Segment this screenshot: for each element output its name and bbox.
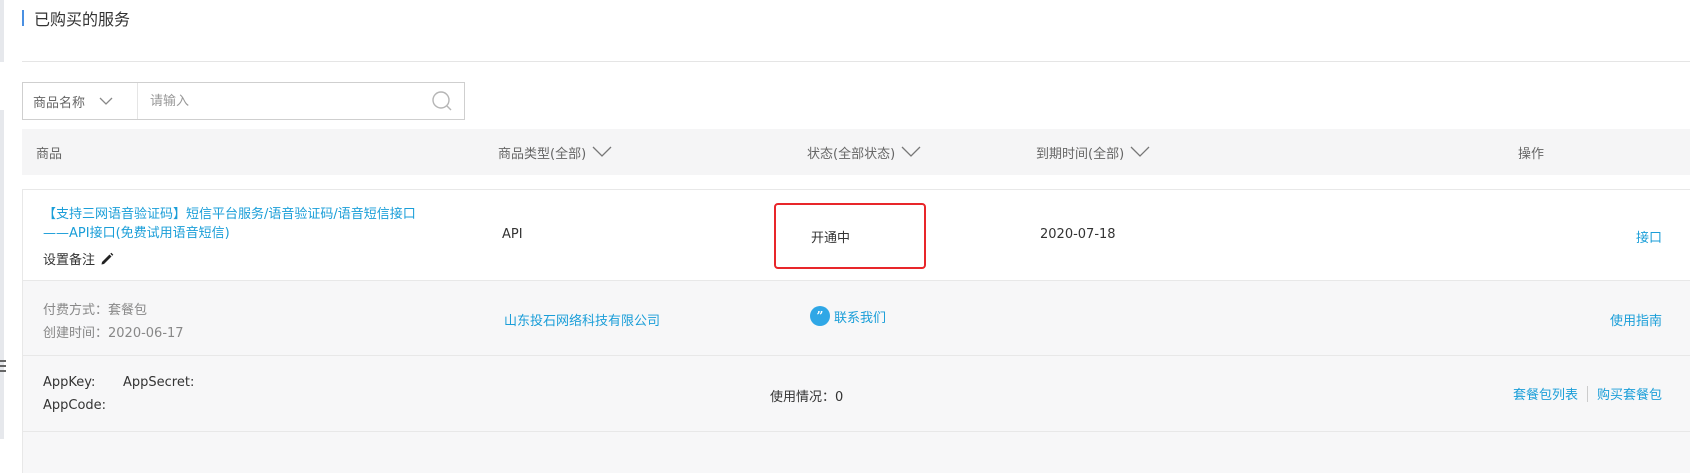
column-status-filter[interactable]: 状态(全部状态) (807, 129, 921, 175)
column-product: 商品 (36, 146, 63, 162)
status-badge: 开通中 (774, 203, 926, 269)
divider (1586, 385, 1588, 402)
interface-link[interactable]: 接口 (1636, 227, 1662, 246)
appsecret-label: AppSecret: (123, 375, 195, 390)
package-list-link[interactable]: 套餐包列表 (1513, 384, 1578, 403)
usage-status: 使用情况：0 (770, 390, 844, 405)
contact-us-link[interactable]: ” 联系我们 (810, 306, 886, 326)
table-row (22, 432, 1690, 473)
divider (22, 61, 1690, 62)
buy-package-link[interactable]: 购买套餐包 (1597, 384, 1662, 403)
table-header: 商品 商品类型(全部) 状态(全部状态) 到期时间(全部) 操作 (22, 129, 1690, 175)
table-row-detail: 付费方式：套餐包 创建时间：2020-06-17 山东投石网络科技有限公司 ” … (22, 281, 1690, 356)
column-type-filter[interactable]: 商品类型(全部) (498, 129, 612, 175)
remark-label: 设置备注 (43, 253, 96, 268)
usage-guide-link[interactable]: 使用指南 (1610, 310, 1662, 329)
chat-bubble-icon: ” (810, 306, 830, 326)
search-icon (432, 91, 452, 111)
status-text: 开通中 (811, 230, 851, 246)
title-accent-bar (22, 10, 24, 26)
column-expiry-filter[interactable]: 到期时间(全部) (1036, 129, 1150, 175)
contact-label: 联系我们 (834, 310, 887, 326)
sidebar-edge (0, 110, 4, 439)
set-remark-button[interactable]: 设置备注 (43, 249, 114, 268)
expiry-date: 2020-07-18 (1040, 227, 1116, 242)
appcode-label: AppCode: (43, 398, 107, 413)
search-field-select[interactable]: 商品名称 (23, 83, 138, 119)
search-bar: 商品名称 (22, 82, 465, 120)
product-type: API (502, 227, 523, 242)
search-button[interactable] (420, 83, 464, 119)
chevron-down-icon (901, 146, 921, 157)
created-time: 创建时间：2020-06-17 (43, 326, 184, 341)
package-actions: 套餐包列表 购买套餐包 (1513, 384, 1662, 403)
search-input[interactable] (138, 83, 420, 119)
appkey-label: AppKey: (43, 375, 96, 390)
page-title: 已购买的服务 (34, 10, 131, 29)
payment-method: 付费方式：套餐包 (43, 303, 148, 318)
menu-icon[interactable] (0, 360, 6, 374)
table-row: 【支持三网语音验证码】短信平台服务/语音验证码/语音短信接口 ——API接口(免… (22, 189, 1690, 281)
pencil-icon (101, 252, 114, 264)
product-name-link[interactable]: 【支持三网语音验证码】短信平台服务/语音验证码/语音短信接口 ——API接口(免… (43, 205, 463, 243)
page-header: 已购买的服务 (22, 8, 131, 29)
chevron-down-icon (592, 146, 612, 157)
table-row-credentials: AppKey: AppSecret: AppCode: 使用情况：0 套餐包列表… (22, 356, 1690, 432)
chevron-down-icon (99, 97, 113, 105)
chevron-down-icon (1130, 146, 1150, 157)
vendor-link[interactable]: 山东投石网络科技有限公司 (504, 310, 660, 329)
column-action: 操作 (1518, 146, 1545, 162)
sidebar-edge (0, 0, 4, 62)
search-field-label: 商品名称 (33, 95, 86, 111)
